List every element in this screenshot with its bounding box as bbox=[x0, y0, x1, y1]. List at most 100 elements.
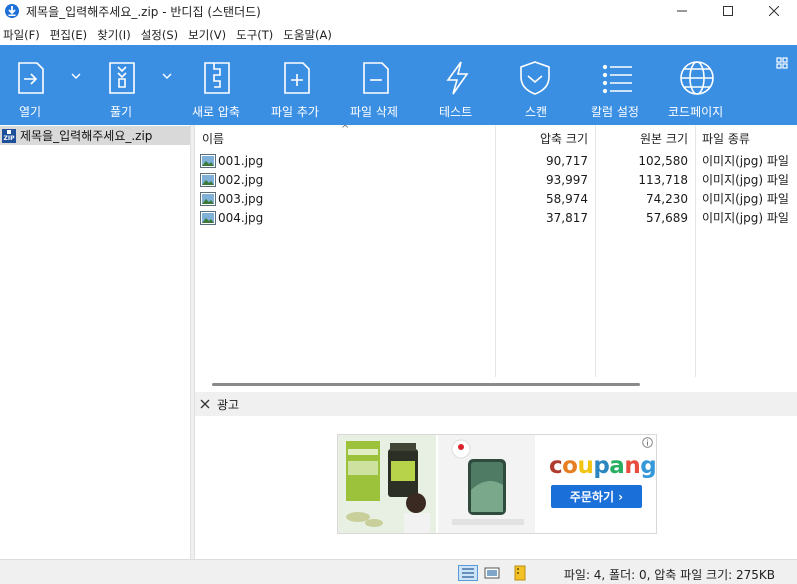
menu-find[interactable]: 찾기(I) bbox=[94, 27, 138, 43]
column-name-label: 이름 bbox=[202, 131, 225, 146]
column-settings-button[interactable]: 칼럼 설정 bbox=[591, 45, 639, 125]
scan-button[interactable]: 스캔 bbox=[516, 45, 554, 125]
column-header-file-type[interactable]: 파일 종류 bbox=[695, 127, 797, 149]
test-button[interactable]: 테스트 bbox=[438, 45, 476, 125]
toolbar: 열기 풀기 새로 압축 파일 추가 파일 삭제 테스트 스캔 칼럼 설정 코드페… bbox=[0, 45, 797, 125]
open-archive-icon bbox=[18, 62, 44, 94]
sort-ascending-icon: ^ bbox=[341, 125, 350, 135]
minimize-icon bbox=[677, 10, 687, 12]
delete-files-label: 파일 삭제 bbox=[350, 105, 398, 119]
details-view-icon[interactable] bbox=[458, 565, 478, 581]
close-ad-icon[interactable] bbox=[199, 398, 211, 410]
coupang-logo-letter: n bbox=[624, 453, 641, 479]
order-now-label: 주문하기 › bbox=[569, 490, 624, 504]
table-row[interactable]: 001.jpg 90,717 102,580 이미지(jpg) 파일 bbox=[195, 151, 797, 170]
svg-text:ZIP: ZIP bbox=[4, 135, 16, 142]
file-name-cell: 001.jpg bbox=[195, 153, 495, 168]
original-size-cell: 57,689 bbox=[646, 210, 688, 225]
coupang-logo-letter: g bbox=[640, 453, 657, 479]
menu-settings[interactable]: 설정(S) bbox=[138, 27, 185, 43]
close-button[interactable] bbox=[751, 0, 797, 22]
original-size-cell: 102,580 bbox=[638, 153, 688, 168]
menu-tools[interactable]: 도구(T) bbox=[233, 27, 280, 43]
coupang-logo-text: coupang bbox=[549, 453, 656, 479]
coupang-logo-letter: a bbox=[609, 453, 625, 479]
coupang-logo-letter: u bbox=[577, 453, 594, 479]
extract-label: 풀기 bbox=[110, 105, 133, 119]
ad-panel-header: 광고 bbox=[195, 392, 797, 416]
list-columns-icon bbox=[602, 64, 632, 94]
window-title: 제목을_입력해주세요_.zip - 반디집 (스탠더드) bbox=[26, 4, 261, 19]
status-bar: 파일: 4, 폴더: 0, 압축 파일 크기: 275KB bbox=[0, 559, 797, 584]
new-archive-button[interactable]: 새로 압축 bbox=[192, 45, 240, 125]
tree-item-label: 제목을_입력해주세요_.zip bbox=[20, 129, 153, 143]
archive-info-icon[interactable] bbox=[510, 565, 530, 581]
file-type-cell: 이미지(jpg) 파일 bbox=[702, 154, 789, 168]
coupang-logo-letter: p bbox=[593, 453, 610, 479]
tree-item-archive[interactable]: ZIP 제목을_입력해주세요_.zip bbox=[0, 126, 190, 145]
file-type-cell: 이미지(jpg) 파일 bbox=[702, 192, 789, 206]
file-name: 004.jpg bbox=[218, 210, 264, 225]
test-label: 테스트 bbox=[439, 105, 473, 119]
ad-banner[interactable]: coupang 주문하기 › bbox=[337, 434, 657, 534]
codepage-button[interactable]: 코드페이지 bbox=[668, 45, 723, 125]
file-name-cell: 002.jpg bbox=[195, 172, 495, 187]
lightning-bolt-icon bbox=[446, 61, 469, 95]
menu-file[interactable]: 파일(F) bbox=[0, 27, 47, 43]
table-row[interactable]: 004.jpg 37,817 57,689 이미지(jpg) 파일 bbox=[195, 208, 797, 227]
ad-info-icon[interactable] bbox=[642, 437, 653, 448]
open-button[interactable]: 열기 bbox=[12, 45, 50, 125]
minimize-button[interactable] bbox=[659, 0, 705, 22]
file-name: 002.jpg bbox=[218, 172, 264, 187]
extract-button[interactable]: 풀기 bbox=[103, 45, 141, 125]
supplement-product-icon bbox=[346, 441, 430, 533]
ad-phone-image bbox=[438, 435, 535, 533]
file-rows: 001.jpg 90,717 102,580 이미지(jpg) 파일 002.j… bbox=[195, 151, 797, 227]
delete-files-button[interactable]: 파일 삭제 bbox=[350, 45, 398, 125]
menu-view[interactable]: 보기(V) bbox=[185, 27, 233, 43]
image-file-icon bbox=[200, 153, 216, 168]
column-header-original-size[interactable]: 원본 크기 bbox=[595, 127, 695, 149]
globe-icon bbox=[680, 61, 714, 95]
zipper-extract-icon bbox=[109, 62, 135, 94]
scan-label: 스캔 bbox=[525, 105, 548, 119]
extract-dropdown-chevron-icon[interactable] bbox=[162, 72, 172, 80]
ad-area: coupang 주문하기 › bbox=[195, 416, 797, 559]
column-original-size-label: 원본 크기 bbox=[640, 131, 688, 146]
file-type-cell: 이미지(jpg) 파일 bbox=[702, 211, 789, 225]
compressed-size-cell: 37,817 bbox=[546, 210, 588, 225]
compressed-size-cell: 58,974 bbox=[546, 191, 588, 206]
table-row[interactable]: 002.jpg 93,997 113,718 이미지(jpg) 파일 bbox=[195, 170, 797, 189]
add-file-icon bbox=[284, 62, 310, 94]
list-header: 이름 ^ 압축 크기 원본 크기 파일 종류 bbox=[195, 125, 797, 149]
original-size-cell: 113,718 bbox=[638, 172, 688, 187]
maximize-icon bbox=[723, 6, 733, 16]
original-size-cell: 74,230 bbox=[646, 191, 688, 206]
file-name: 003.jpg bbox=[218, 191, 264, 206]
coupang-logo-letter: o bbox=[562, 453, 578, 479]
shield-check-icon bbox=[520, 61, 550, 95]
smartphone-product-icon bbox=[451, 439, 524, 525]
file-name: 001.jpg bbox=[218, 153, 264, 168]
ad-panel-title: 광고 bbox=[217, 397, 240, 412]
menu-help[interactable]: 도움말(A) bbox=[280, 27, 339, 43]
add-files-button[interactable]: 파일 추가 bbox=[271, 45, 319, 125]
folder-tree-pane: ZIP 제목을_입력해주세요_.zip bbox=[0, 125, 190, 559]
image-file-icon bbox=[200, 191, 216, 206]
order-now-button[interactable]: 주문하기 › bbox=[551, 485, 642, 508]
ad-supplement-image bbox=[338, 435, 436, 533]
file-type-cell: 이미지(jpg) 파일 bbox=[702, 173, 789, 187]
menu-bar: 파일(F) 편집(E) 찾기(I) 설정(S) 보기(V) 도구(T) 도움말(… bbox=[0, 24, 797, 45]
table-row[interactable]: 003.jpg 58,974 74,230 이미지(jpg) 파일 bbox=[195, 189, 797, 208]
menu-edit[interactable]: 편집(E) bbox=[47, 27, 94, 43]
layout-grid-icon[interactable] bbox=[776, 57, 788, 69]
column-header-compressed-size[interactable]: 압축 크기 bbox=[495, 127, 595, 149]
column-header-name[interactable]: 이름 ^ bbox=[195, 125, 495, 149]
horizontal-scrollbar[interactable] bbox=[212, 383, 640, 386]
thumbnail-view-icon[interactable] bbox=[482, 565, 502, 581]
delete-file-icon bbox=[363, 62, 389, 94]
open-dropdown-chevron-icon[interactable] bbox=[71, 72, 81, 80]
status-text: 파일: 4, 폴더: 0, 압축 파일 크기: 275KB bbox=[563, 568, 775, 582]
maximize-button[interactable] bbox=[705, 0, 751, 22]
compressed-size-cell: 90,717 bbox=[546, 153, 588, 168]
